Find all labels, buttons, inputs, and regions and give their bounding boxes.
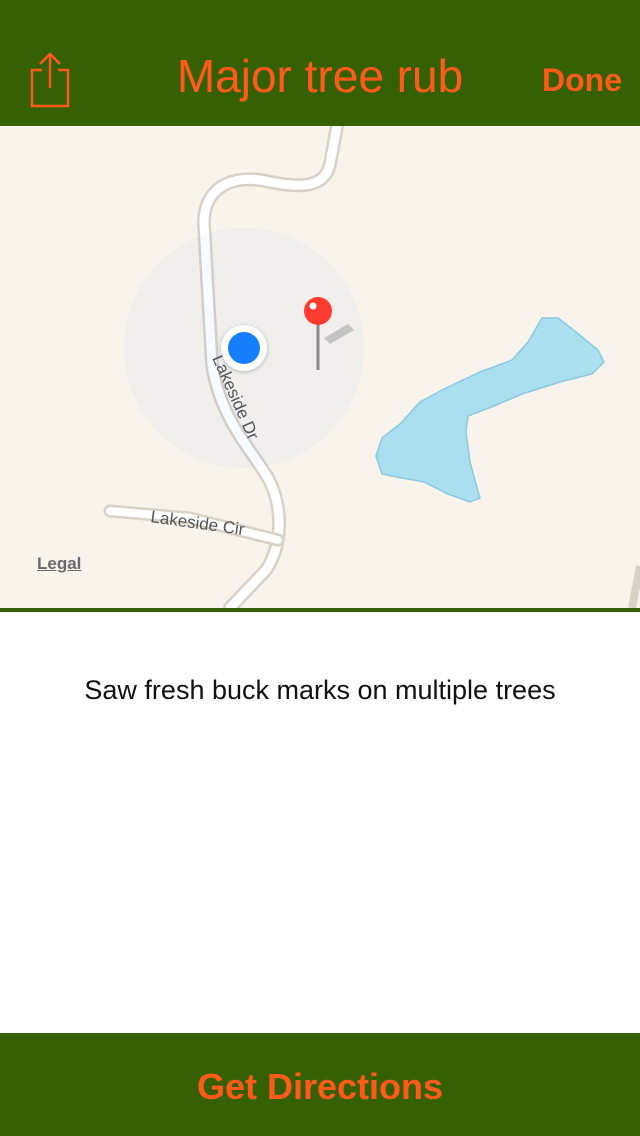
divider (0, 608, 640, 612)
share-icon (30, 52, 70, 108)
share-button[interactable] (26, 50, 74, 108)
legal-link[interactable]: Legal (37, 554, 81, 574)
get-directions-label: Get Directions (196, 1066, 444, 1107)
page-title: Major tree rub (176, 50, 464, 102)
road-label-lakeside-cir: Lakeside Cir (149, 507, 246, 539)
done-button[interactable]: Done (542, 60, 622, 100)
lake (375, 317, 605, 503)
user-location-dot (228, 332, 260, 364)
navigation-bar: Major tree rub Done (0, 0, 640, 126)
note-text: Saw fresh buck marks on multiple trees (84, 675, 556, 705)
get-directions-button[interactable]: Get Directions (0, 1033, 640, 1136)
map-view[interactable]: Lakeside Dr Lakeside Cir Legal (0, 126, 640, 608)
